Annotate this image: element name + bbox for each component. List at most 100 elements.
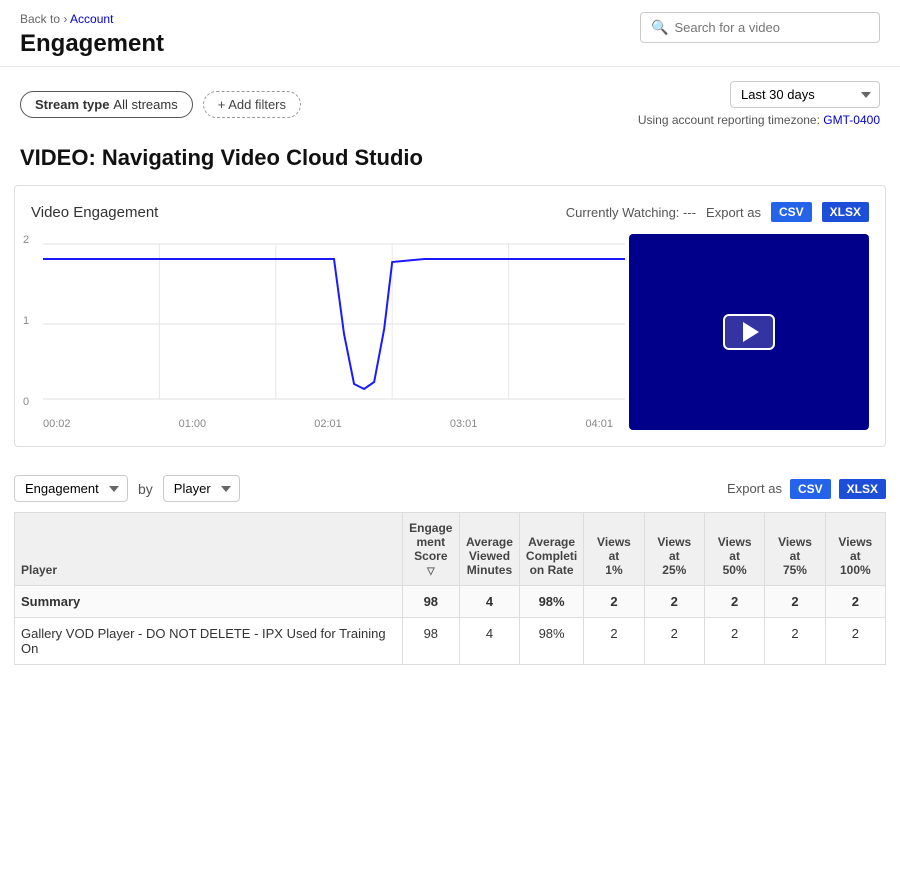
search-icon: 🔍 [651, 19, 668, 36]
summary-player: Summary [15, 586, 403, 618]
timezone-link[interactable]: GMT-0400 [823, 113, 880, 127]
currently-watching-label: Currently Watching: [566, 205, 680, 220]
breadcrumb-separator: › [63, 12, 67, 26]
add-filter-label: + Add filters [218, 97, 286, 112]
table-controls-left: Engagement by Player [14, 475, 240, 502]
row-avg-completion: 98% [519, 618, 583, 665]
chart-header: Video Engagement Currently Watching: ---… [31, 202, 869, 222]
col-views-75: Views at75% [765, 513, 825, 586]
chart-export-xlsx[interactable]: XLSX [822, 202, 869, 222]
add-filter-button[interactable]: + Add filters [203, 91, 301, 118]
row-views-75: 2 [765, 618, 825, 665]
table-export-csv[interactable]: CSV [790, 479, 831, 499]
x-label-2: 02:01 [314, 418, 342, 430]
timezone-note: Using account reporting timezone: GMT-04… [638, 113, 880, 127]
play-icon [743, 322, 759, 342]
search-box[interactable]: 🔍 [640, 12, 880, 43]
col-views-100-label: Views at100% [838, 535, 872, 577]
x-label-4: 04:01 [585, 418, 613, 430]
row-avg-viewed: 4 [460, 618, 520, 665]
table-export-label: Export as [727, 481, 782, 496]
summary-views-25: 2 [644, 586, 704, 618]
col-player: Player [15, 513, 403, 586]
summary-views-75: 2 [765, 586, 825, 618]
timezone-label: Using account reporting timezone: [638, 113, 820, 127]
filter-left: Stream type All streams + Add filters [20, 91, 301, 118]
col-avg-completion-label: AverageCompletion Rate [526, 535, 577, 577]
breadcrumb: Back to › Account [20, 12, 164, 26]
group-by-select-1[interactable]: Engagement [14, 475, 128, 502]
col-avg-viewed-label: AverageViewedMinutes [466, 535, 513, 577]
col-player-label: Player [21, 563, 57, 577]
summary-engagement: 98 [402, 586, 459, 618]
col-views-1-label: Views at1% [597, 535, 631, 577]
col-views-1: Views at1% [584, 513, 644, 586]
chart-header-right: Currently Watching: --- Export as CSV XL… [566, 202, 869, 222]
col-views-50-label: Views at50% [718, 535, 752, 577]
data-table: Player EngagementScore ▽ AverageViewedMi… [14, 512, 886, 665]
row-views-25: 2 [644, 618, 704, 665]
col-avg-completion: AverageCompletion Rate [519, 513, 583, 586]
row-views-1: 2 [584, 618, 644, 665]
currently-watching-value: --- [683, 205, 696, 220]
col-avg-viewed: AverageViewedMinutes [460, 513, 520, 586]
currently-watching: Currently Watching: --- [566, 205, 696, 220]
table-controls: Engagement by Player Export as CSV XLSX [14, 465, 886, 512]
sort-icon: ▽ [427, 566, 435, 577]
chart-svg-wrapper: 2 1 0 [31, 234, 613, 430]
engagement-chart [43, 234, 625, 414]
row-views-50: 2 [704, 618, 764, 665]
stream-type-value: All streams [113, 97, 177, 112]
col-engagement-label: EngagementScore [409, 521, 452, 563]
search-input[interactable] [674, 20, 869, 35]
row-views-100: 2 [825, 618, 885, 665]
account-link[interactable]: Account [70, 12, 113, 26]
header-left: Back to › Account Engagement [20, 12, 164, 58]
summary-views-50: 2 [704, 586, 764, 618]
filter-bar: Stream type All streams + Add filters La… [0, 67, 900, 137]
col-views-25: Views at25% [644, 513, 704, 586]
video-title: VIDEO: Navigating Video Cloud Studio [20, 145, 880, 171]
summary-label: Summary [21, 594, 80, 609]
summary-avg-completion: 98% [519, 586, 583, 618]
back-text: Back to [20, 12, 60, 26]
table-row: Gallery VOD Player - DO NOT DELETE - IPX… [15, 618, 886, 665]
row-engagement: 98 [402, 618, 459, 665]
table-section: Engagement by Player Export as CSV XLSX … [14, 465, 886, 665]
summary-views-1: 2 [584, 586, 644, 618]
video-title-section: VIDEO: Navigating Video Cloud Studio [0, 137, 900, 185]
x-label-0: 00:02 [43, 418, 71, 430]
y-label-1: 1 [23, 315, 29, 327]
col-views-50: Views at50% [704, 513, 764, 586]
header: Back to › Account Engagement 🔍 [0, 0, 900, 67]
col-engagement[interactable]: EngagementScore ▽ [402, 513, 459, 586]
stream-type-label: Stream type [35, 97, 109, 112]
summary-row: Summary 98 4 98% 2 2 2 2 2 [15, 586, 886, 618]
filter-right: Last 30 days Using account reporting tim… [638, 81, 880, 127]
table-export-xlsx[interactable]: XLSX [839, 479, 886, 499]
x-label-1: 01:00 [179, 418, 207, 430]
page-title: Engagement [20, 30, 164, 58]
y-label-0: 0 [23, 396, 29, 408]
y-axis-labels: 2 1 0 [23, 234, 29, 408]
col-views-25-label: Views at25% [657, 535, 691, 577]
chart-export-csv[interactable]: CSV [771, 202, 812, 222]
chart-section: Video Engagement Currently Watching: ---… [14, 185, 886, 447]
x-axis-labels: 00:02 01:00 02:01 03:01 04:01 [43, 414, 613, 430]
group-by-select-2[interactable]: Player [163, 475, 240, 502]
col-views-75-label: Views at75% [778, 535, 812, 577]
chart-title: Video Engagement [31, 204, 158, 221]
chart-area: 2 1 0 [31, 234, 869, 430]
stream-type-filter[interactable]: Stream type All streams [20, 91, 193, 118]
chart-left: 2 1 0 [31, 234, 613, 430]
export-label: Export as [706, 205, 761, 220]
summary-views-100: 2 [825, 586, 885, 618]
video-thumbnail[interactable] [629, 234, 869, 430]
summary-avg-viewed: 4 [460, 586, 520, 618]
y-label-2: 2 [23, 234, 29, 246]
x-label-3: 03:01 [450, 418, 478, 430]
date-range-select[interactable]: Last 30 days [730, 81, 880, 108]
table-header-row: Player EngagementScore ▽ AverageViewedMi… [15, 513, 886, 586]
play-button[interactable] [723, 314, 775, 350]
col-views-100: Views at100% [825, 513, 885, 586]
